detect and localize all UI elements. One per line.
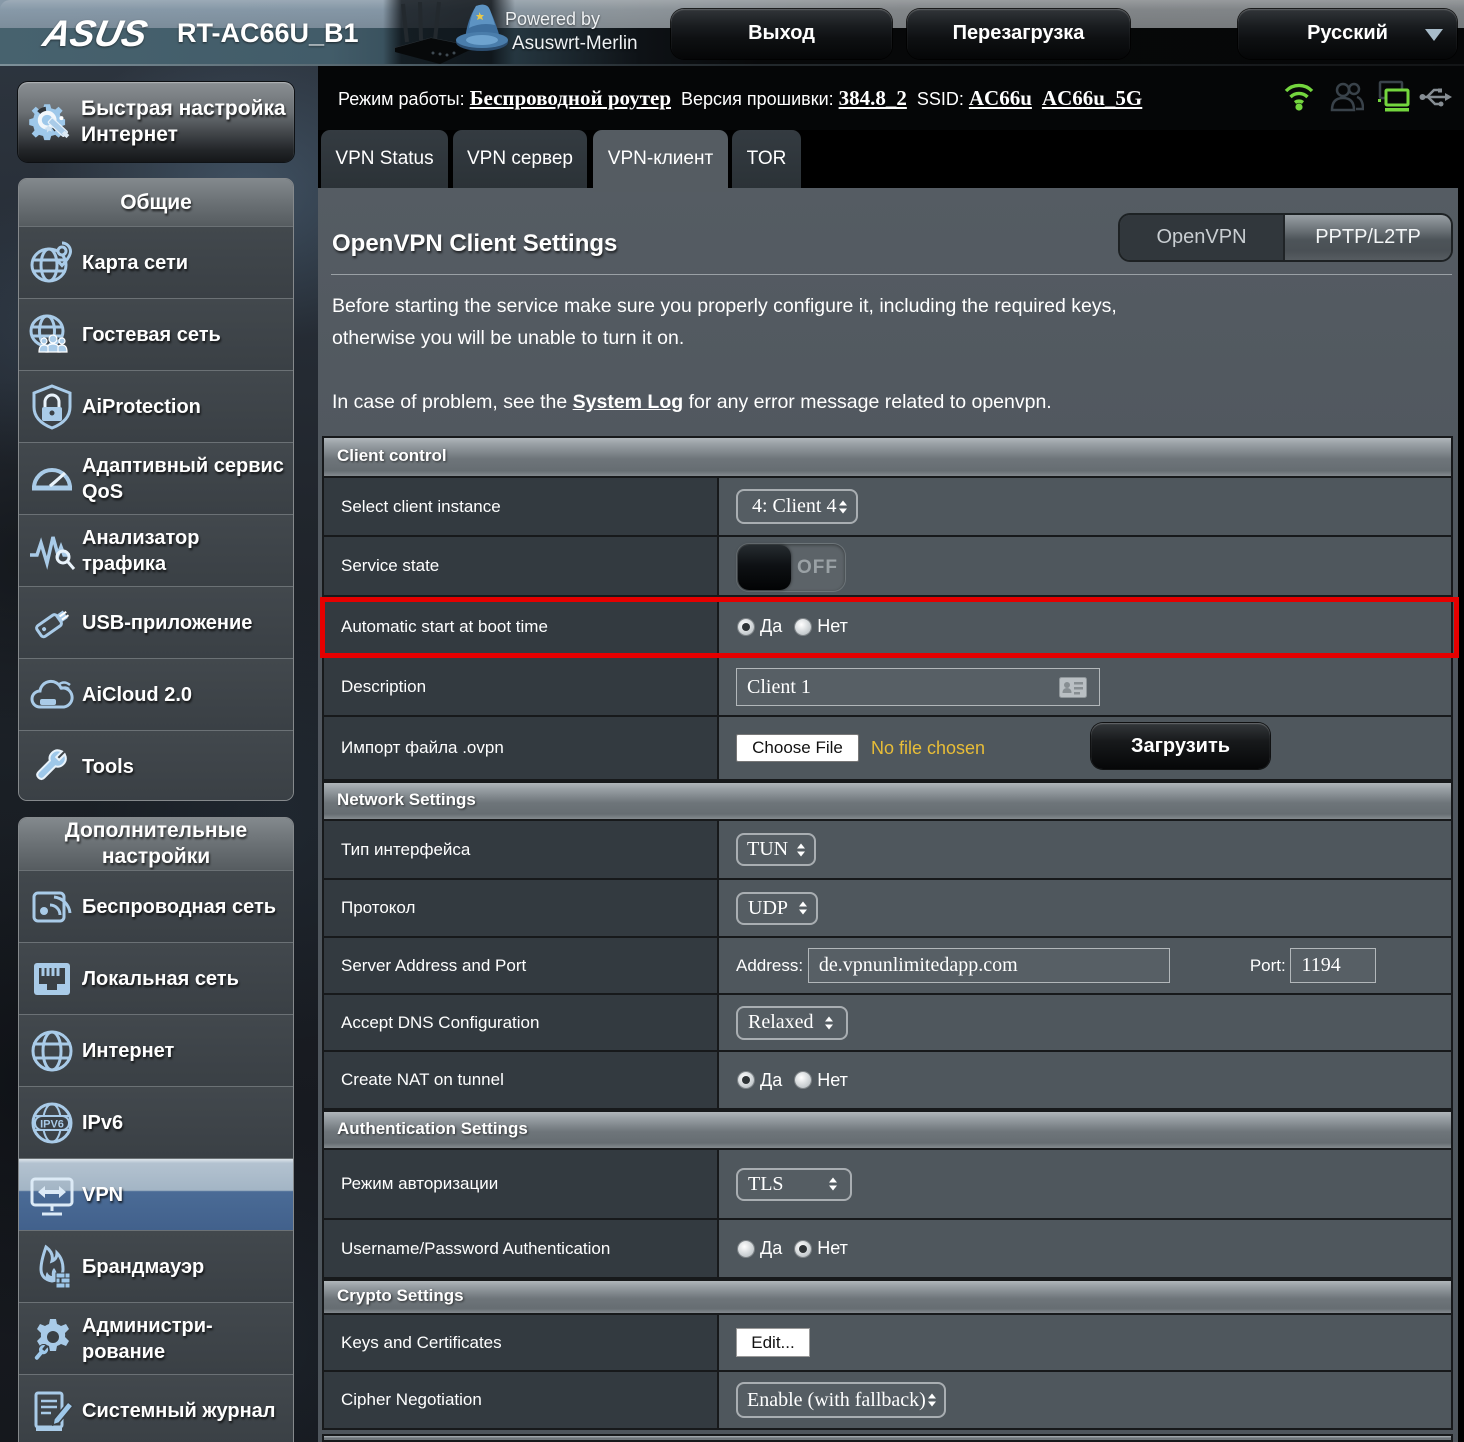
svg-text:IPV6: IPV6 xyxy=(40,1118,64,1130)
